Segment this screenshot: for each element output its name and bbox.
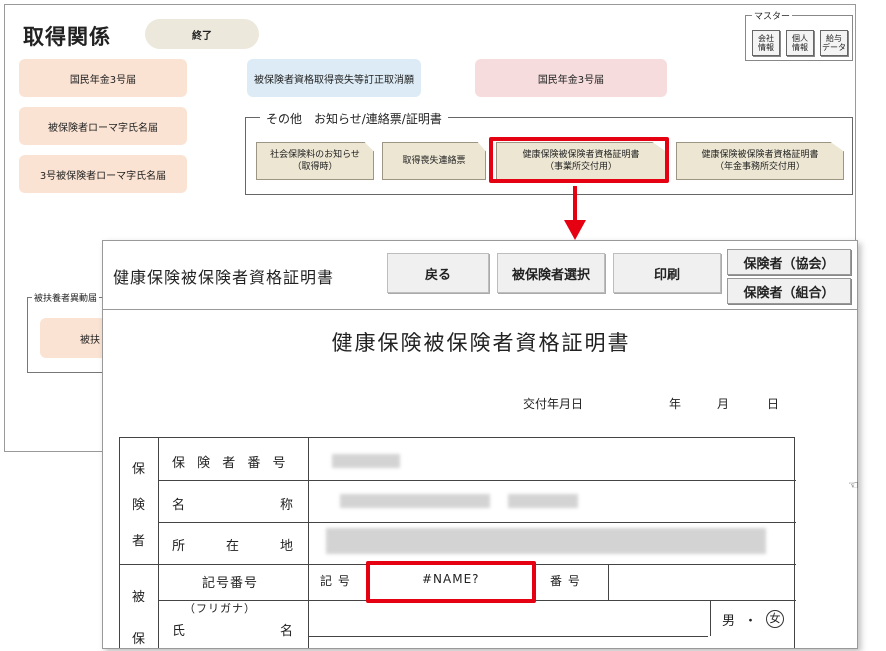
symbol-label: 記 号 <box>320 574 351 588</box>
insurer-address-label: 所 <box>172 539 187 554</box>
national-pension-3-button[interactable]: 国民年金3号届 <box>19 59 187 97</box>
payroll-data-button[interactable]: 給与 データ <box>820 30 848 56</box>
toolbar-divider <box>103 309 857 310</box>
personal-info-button[interactable]: 個人 情報 <box>786 30 814 56</box>
name-label: 名 <box>280 624 295 639</box>
issue-date-label: 交付年月日 <box>523 397 584 411</box>
insured-side-label: 保 <box>132 632 147 647</box>
window-title: 取得関係 <box>23 25 111 49</box>
insurer-address-value <box>326 528 766 554</box>
cursor-icon: ☜ <box>848 478 859 492</box>
form-divider <box>158 438 159 648</box>
back-button[interactable]: 戻る <box>387 253 489 293</box>
issue-year-label: 年 <box>669 397 682 411</box>
end-button[interactable]: 終了 <box>145 19 259 49</box>
insurer-number-label: 保 険 者 番 号 <box>172 456 290 471</box>
select-insured-button[interactable]: 被保険者選択 <box>497 253 605 293</box>
gender-dot: ・ <box>744 614 759 629</box>
master-group-title: マスター <box>752 9 793 22</box>
insurance-notice-button[interactable]: 社会保険料のお知らせ （取得時） <box>256 142 374 180</box>
highlight-box <box>366 561 536 603</box>
others-group-title: その他 お知らせ/連絡票/証明書 <box>260 110 448 127</box>
insurer-kumiai-button[interactable]: 保険者（組合） <box>727 278 851 304</box>
print-button[interactable]: 印刷 <box>613 253 721 293</box>
insurer-address-label: 在 <box>226 539 241 554</box>
issue-day-label: 日 <box>767 397 780 411</box>
number-label: 番 号 <box>550 574 581 588</box>
insured-side-label: 被 <box>132 590 147 605</box>
correction-cancel-button[interactable]: 被保険者資格取得喪失等訂正取消願 <box>247 59 421 97</box>
issue-month-label: 月 <box>717 397 730 411</box>
form-divider <box>158 480 796 481</box>
name-label: 氏 <box>172 624 187 639</box>
company-info-button[interactable]: 会社 情報 <box>752 30 780 56</box>
insurer-number-value <box>332 454 400 468</box>
type3-romaji-name-button[interactable]: 3号被保険者ローマ字氏名届 <box>19 155 187 193</box>
form-divider <box>608 564 609 600</box>
gender-male-label: 男 <box>722 614 737 629</box>
symbol-number-label: 記号番号 <box>202 576 259 591</box>
insurer-side-label: 保 <box>132 462 147 477</box>
down-arrow-icon <box>564 186 586 240</box>
insurer-kyokai-button[interactable]: 保険者（協会） <box>727 249 851 275</box>
romaji-name-button[interactable]: 被保険者ローマ字氏名届 <box>19 107 187 145</box>
gender-female-circled: 女 <box>766 610 784 628</box>
insurer-name-value <box>508 494 578 508</box>
highlight-box <box>489 137 669 183</box>
insurer-side-label: 険 <box>132 498 147 513</box>
qualification-cert-pension-button[interactable]: 健康保険被保険者資格証明書 （年金事務所交付用） <box>676 142 844 180</box>
national-pension-3-button-2[interactable]: 国民年金3号届 <box>475 59 667 97</box>
insurer-name-label: 名 <box>172 498 187 513</box>
insurer-name-label: 称 <box>280 498 295 513</box>
insurer-name-value <box>340 494 490 508</box>
form-divider <box>710 600 711 636</box>
certificate-form: 保 険 者 保 険 者 番 号 名 称 所 在 地 被 保 記号番号 記 号 #… <box>119 437 796 648</box>
window-title: 健康保険被保険者資格証明書 <box>113 268 335 287</box>
form-divider <box>308 438 309 648</box>
document-heading: 健康保険被保険者資格証明書 <box>331 331 631 355</box>
furigana-label: （フリガナ） <box>184 602 256 615</box>
acquisition-loss-slip-button[interactable]: 取得喪失連絡票 <box>382 142 486 180</box>
form-divider <box>158 522 796 523</box>
insurer-address-label: 地 <box>280 539 295 554</box>
dependent-group-title: 被扶養者異動届 <box>32 291 100 304</box>
insurer-side-label: 者 <box>132 534 147 549</box>
master-group: マスター 会社 情報 個人 情報 給与 データ <box>745 9 853 61</box>
form-divider <box>308 636 708 637</box>
